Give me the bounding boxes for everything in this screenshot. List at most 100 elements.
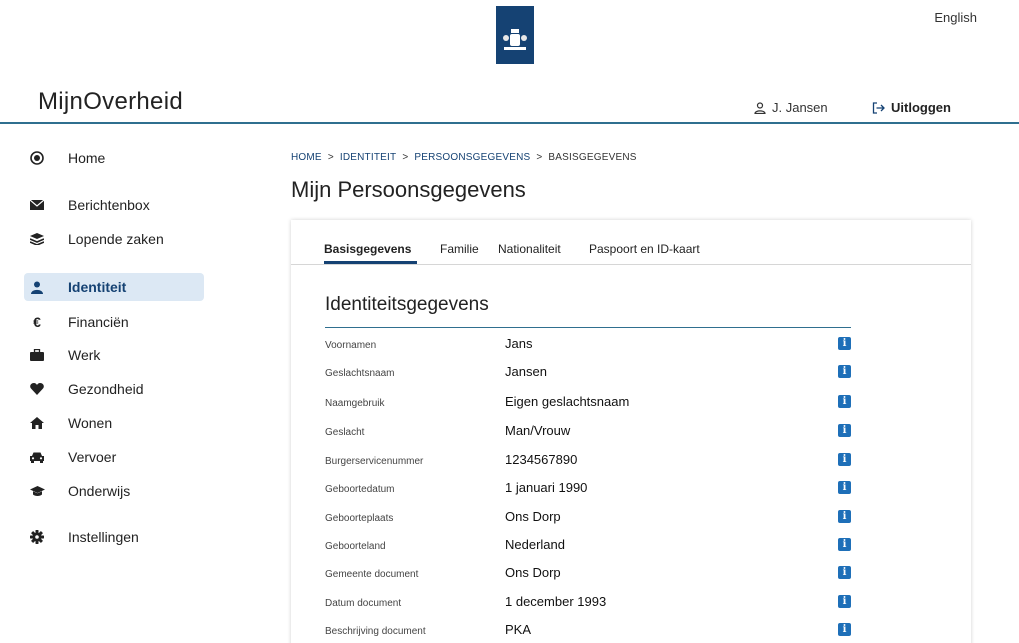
- active-tab-indicator: [324, 261, 417, 264]
- sidebar-item-wonen[interactable]: Wonen: [24, 409, 204, 437]
- row-label: Voornamen: [325, 340, 377, 351]
- tab-familie[interactable]: Familie: [440, 242, 479, 256]
- row-value: Man/Vrouw: [505, 423, 571, 438]
- site-brand[interactable]: MijnOverheid: [38, 88, 183, 116]
- info-icon[interactable]: i: [838, 424, 851, 437]
- info-icon[interactable]: i: [838, 365, 851, 378]
- row-value: 1 januari 1990: [505, 480, 588, 495]
- row-label: Geboorteplaats: [325, 513, 394, 524]
- info-icon[interactable]: i: [838, 595, 851, 608]
- sidebar-item-financien[interactable]: € Financiën: [24, 308, 204, 336]
- sidebar-item-instellingen[interactable]: Instellingen: [24, 523, 204, 551]
- sidebar-item-onderwijs[interactable]: Onderwijs: [24, 477, 204, 505]
- section-divider: [325, 327, 851, 328]
- info-icon[interactable]: i: [838, 566, 851, 579]
- row-label: Geslacht: [325, 427, 365, 438]
- rijksoverheid-logo: [496, 6, 534, 64]
- data-row-geboorteplaats: Geboorteplaats Ons Dorp i: [325, 505, 851, 533]
- section-title: Identiteitsgegevens: [325, 294, 489, 315]
- row-value: 1 december 1993: [505, 594, 607, 609]
- breadcrumb-identiteit[interactable]: IDENTITEIT: [340, 152, 396, 163]
- row-label: Datum document: [325, 598, 402, 609]
- breadcrumb-separator: >: [536, 152, 543, 163]
- layers-icon: [29, 233, 45, 245]
- sidebar-item-home[interactable]: Home: [24, 144, 204, 172]
- info-icon[interactable]: i: [838, 395, 851, 408]
- logout-button[interactable]: Uitloggen: [872, 100, 951, 115]
- breadcrumb-persoonsgegevens[interactable]: PERSOONSGEGEVENS: [414, 152, 530, 163]
- row-label: Geboorteland: [325, 541, 386, 552]
- row-label: Geslachtsnaam: [325, 368, 395, 379]
- sidebar-item-label: Onderwijs: [68, 483, 131, 499]
- language-switch-link[interactable]: English: [934, 10, 977, 25]
- sidebar-item-berichtenbox[interactable]: Berichtenbox: [24, 191, 204, 219]
- row-value: Jans: [505, 336, 533, 351]
- data-row-beschrijving-document: Beschrijving document PKA i: [325, 618, 851, 643]
- page-title: Mijn Persoonsgegevens: [291, 177, 526, 202]
- data-row-datum-document: Datum document 1 december 1993 i: [325, 590, 851, 618]
- heart-icon: [29, 383, 45, 395]
- sidebar-item-label: Wonen: [68, 415, 113, 431]
- info-icon[interactable]: i: [838, 510, 851, 523]
- sidebar-item-werk[interactable]: Werk: [24, 341, 204, 369]
- sidebar-item-label: Vervoer: [68, 449, 117, 465]
- sidebar-item-label: Identiteit: [68, 279, 127, 295]
- info-icon[interactable]: i: [838, 623, 851, 636]
- data-row-geslacht: Geslacht Man/Vrouw i: [325, 419, 851, 447]
- sidebar-item-label: Lopende zaken: [68, 231, 164, 247]
- row-value: Ons Dorp: [505, 565, 561, 580]
- sidebar-item-label: Werk: [68, 347, 101, 363]
- graduation-cap-icon: [29, 485, 45, 497]
- row-label: Naamgebruik: [325, 398, 385, 409]
- tab-basisgegevens[interactable]: Basisgegevens: [324, 242, 411, 256]
- breadcrumb-home[interactable]: HOME: [291, 152, 322, 163]
- sidebar-item-label: Financiën: [68, 314, 129, 330]
- sidebar-item-label: Gezondheid: [68, 381, 144, 397]
- breadcrumb-current: BASISGEGEVENS: [548, 152, 637, 163]
- sidebar-item-vervoer[interactable]: Vervoer: [24, 443, 204, 471]
- row-label: Geboortedatum: [325, 484, 395, 495]
- briefcase-icon: [29, 349, 45, 361]
- sidebar-item-label: Instellingen: [68, 529, 139, 545]
- tab-paspoort-id-kaart[interactable]: Paspoort en ID-kaart: [589, 242, 700, 256]
- info-icon[interactable]: i: [838, 337, 851, 350]
- person-icon: [29, 281, 45, 294]
- envelope-icon: [29, 200, 45, 210]
- home-target-icon: [29, 151, 45, 165]
- row-label: Gemeente document: [325, 569, 419, 580]
- data-row-voornamen: Voornamen Jans i: [325, 332, 851, 360]
- info-icon[interactable]: i: [838, 453, 851, 466]
- data-row-naamgebruik: Naamgebruik Eigen geslachtsnaam i: [325, 390, 851, 418]
- sidebar-item-label: Berichtenbox: [68, 197, 150, 213]
- user-menu[interactable]: J. Jansen: [754, 100, 828, 115]
- user-icon: [754, 101, 766, 114]
- data-row-burgerservicenummer: Burgerservicenummer 1234567890 i: [325, 448, 851, 476]
- euro-icon: €: [33, 314, 41, 330]
- data-row-geboorteland: Geboorteland Nederland i: [325, 533, 851, 561]
- row-value: Ons Dorp: [505, 509, 561, 524]
- breadcrumb-separator: >: [402, 152, 409, 163]
- tab-bar: Basisgegevens Familie Nationaliteit Pasp…: [291, 220, 971, 265]
- sidebar-item-gezondheid[interactable]: Gezondheid: [24, 375, 204, 403]
- row-label: Burgerservicenummer: [325, 456, 424, 467]
- sidebar-item-identiteit[interactable]: Identiteit: [24, 273, 204, 301]
- row-value: 1234567890: [505, 452, 578, 467]
- row-label: Beschrijving document: [325, 626, 426, 637]
- gear-icon: [29, 530, 45, 544]
- data-row-gemeente-document: Gemeente document Ons Dorp i: [325, 561, 851, 589]
- header-divider: [0, 122, 1019, 124]
- breadcrumb-separator: >: [327, 152, 334, 163]
- sidebar-item-label: Home: [68, 150, 106, 166]
- info-icon[interactable]: i: [838, 481, 851, 494]
- row-value: Eigen geslachtsnaam: [505, 394, 630, 409]
- logout-label: Uitloggen: [891, 100, 951, 115]
- row-value: Jansen: [505, 364, 547, 379]
- info-icon[interactable]: i: [838, 538, 851, 551]
- row-value: PKA: [505, 622, 532, 637]
- tab-nationaliteit[interactable]: Nationaliteit: [498, 242, 561, 256]
- user-name: J. Jansen: [772, 100, 828, 115]
- data-row-geslachtsnaam: Geslachtsnaam Jansen i: [325, 360, 851, 388]
- car-icon: [29, 452, 45, 463]
- coat-of-arms-icon: [503, 29, 527, 50]
- sidebar-item-lopende-zaken[interactable]: Lopende zaken: [24, 225, 204, 253]
